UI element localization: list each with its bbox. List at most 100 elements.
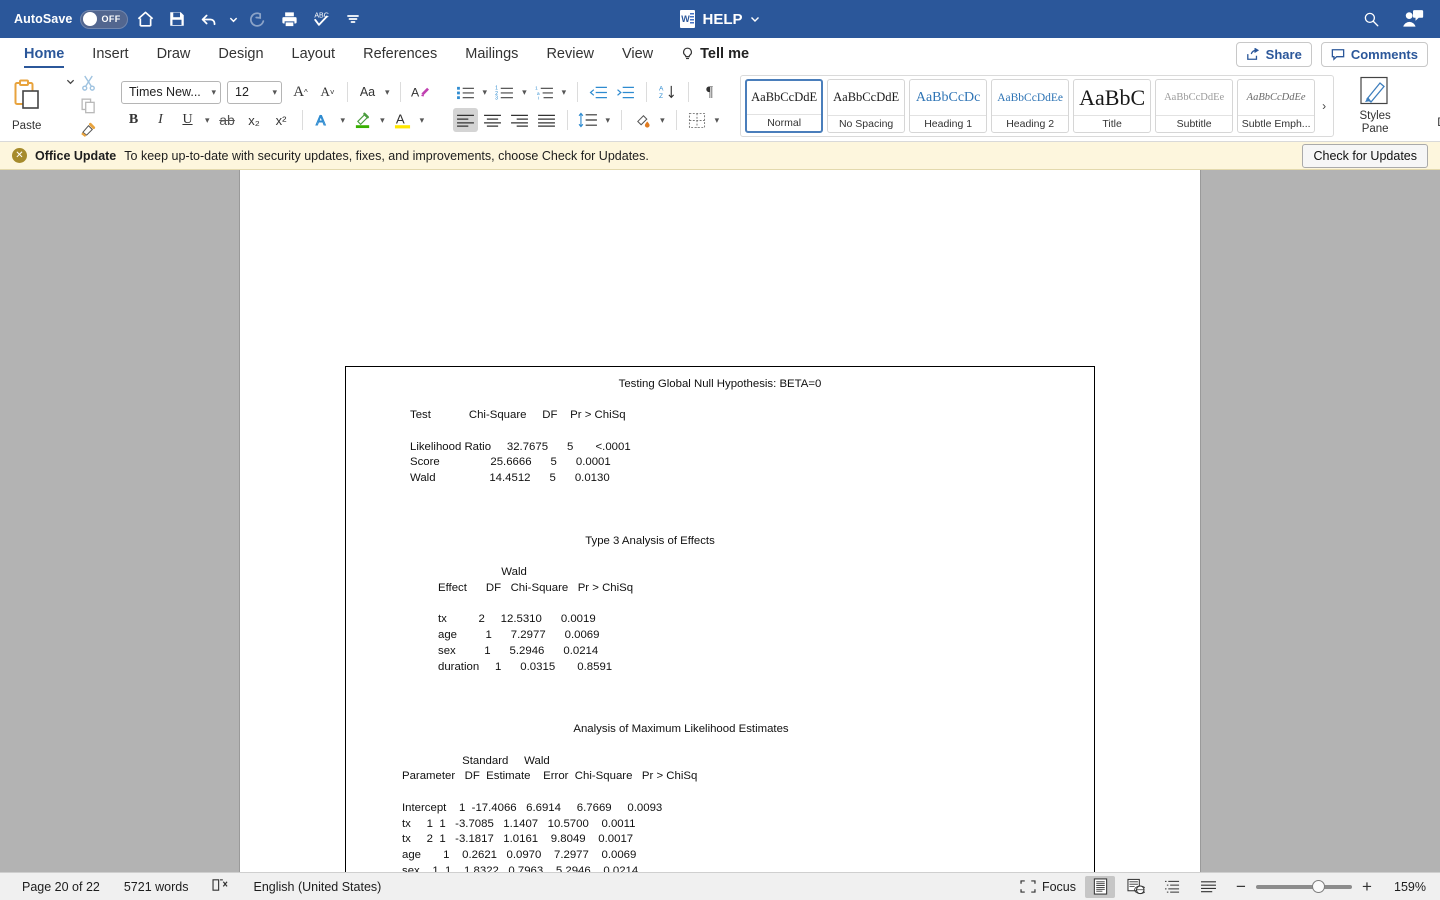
bullets-dropdown-icon[interactable]: ▾ [480,87,491,98]
justify-button[interactable] [534,108,559,132]
subscript-button[interactable]: x₂ [242,108,267,132]
style-heading-2[interactable]: AaBbCcDdEe Heading 2 [991,79,1070,133]
tab-design[interactable]: Design [204,38,277,70]
web-layout-view-button[interactable] [1121,876,1151,898]
underline-button[interactable]: U [175,108,200,132]
shading-button[interactable] [630,108,655,132]
tab-references[interactable]: References [349,38,451,70]
font-size-select[interactable]: 12 ▾ [227,80,282,104]
undo-dropdown-icon[interactable] [226,4,240,34]
redo-icon[interactable] [242,4,272,34]
search-icon[interactable] [1356,4,1386,34]
sort-button[interactable]: AZ [655,80,680,104]
account-icon[interactable] [1398,4,1428,34]
tab-draw[interactable]: Draw [143,38,205,70]
borders-dropdown-icon[interactable]: ▾ [712,115,723,126]
text-effects-dropdown-icon[interactable]: ▾ [338,115,349,126]
style-normal[interactable]: AaBbCcDdE Normal [745,79,824,133]
tab-layout[interactable]: Layout [278,38,350,70]
customize-toolbar-icon[interactable] [338,4,368,34]
numbering-button[interactable]: 123 [492,80,517,104]
bullets-button[interactable] [453,80,478,104]
zoom-out-button[interactable]: − [1234,878,1248,895]
tab-mailings[interactable]: Mailings [451,38,532,70]
print-layout-view-button[interactable] [1085,875,1115,898]
save-icon[interactable] [162,4,192,34]
font-color-button[interactable]: A [390,108,415,132]
align-left-button[interactable] [452,108,478,132]
highlight-button[interactable] [350,108,375,132]
style-subtitle[interactable]: AaBbCcDdEe Subtitle [1155,79,1234,133]
decrease-indent-button[interactable] [586,80,611,104]
focus-button[interactable]: Focus [1014,880,1082,894]
tab-view[interactable]: View [608,38,667,70]
share-button[interactable]: Share [1235,41,1312,67]
format-painter-button[interactable] [75,119,101,139]
align-center-button[interactable] [480,108,505,132]
language-indicator[interactable]: English (United States) [241,880,393,894]
change-case-dropdown-icon[interactable]: ▾ [382,87,393,98]
style-title[interactable]: AaBbC Title [1073,79,1152,133]
document-page[interactable]: Testing Global Null Hypothesis: BETA=0 T… [240,170,1200,872]
paste-dropdown[interactable] [66,73,75,139]
styles-gallery-more-button[interactable]: › [1319,99,1329,113]
draft-view-button[interactable] [1193,876,1223,898]
copy-button[interactable] [75,96,101,116]
zoom-slider-thumb[interactable] [1312,879,1325,893]
highlight-dropdown-icon[interactable]: ▾ [377,115,388,126]
change-case-button[interactable]: Aa [355,80,380,104]
borders-button[interactable] [685,108,710,132]
style-no-spacing[interactable]: AaBbCcDdE No Spacing [827,79,906,133]
numbering-dropdown-icon[interactable]: ▾ [519,87,530,98]
style-subtle-emphasis[interactable]: AaBbCcDdEe Subtle Emph... [1237,79,1316,133]
tab-home[interactable]: Home [10,38,78,70]
italic-button[interactable]: I [148,108,173,132]
dictate-button[interactable]: Dictate [1426,84,1440,129]
proofing-errors-icon[interactable] [200,878,241,895]
tab-review[interactable]: Review [532,38,608,70]
check-for-updates-button[interactable]: Check for Updates [1302,143,1428,168]
style-title-name: Title [1074,115,1151,132]
styles-pane-button[interactable]: Styles Pane [1344,76,1406,136]
word-count[interactable]: 5721 words [112,880,201,894]
bold-button[interactable]: B [121,108,146,132]
zoom-slider[interactable] [1256,879,1352,893]
font-color-dropdown-icon[interactable]: ▾ [417,115,428,126]
multilevel-list-button[interactable]: 1ai [532,80,557,104]
clear-formatting-button[interactable]: A [408,80,433,104]
home-icon[interactable] [130,4,160,34]
titlebar-right [1354,4,1440,34]
spelling-check-icon[interactable]: ABC [306,4,336,34]
zoom-level[interactable]: 159% [1382,880,1426,894]
decrease-font-size-button[interactable]: A ˅ [315,80,340,104]
autosave-toggle[interactable]: OFF [80,9,129,29]
zoom-in-button[interactable]: + [1360,878,1374,895]
comments-button[interactable]: Comments [1320,41,1428,67]
cut-button[interactable] [75,73,101,93]
tab-insert[interactable]: Insert [78,38,142,70]
show-formatting-marks-button[interactable]: ¶ [697,80,722,104]
strikethrough-button[interactable]: ab [215,108,240,132]
font-family-select[interactable]: Times New... ▾ [121,80,221,104]
line-spacing-dropdown-icon[interactable]: ▾ [603,115,614,126]
page-indicator[interactable]: Page 20 of 22 [10,880,112,894]
undo-icon[interactable] [194,4,224,34]
align-center-icon [483,114,501,127]
superscript-button[interactable]: x² [269,108,294,132]
multilevel-dropdown-icon[interactable]: ▾ [559,87,570,98]
underline-dropdown-icon[interactable]: ▾ [202,115,213,126]
print-icon[interactable] [274,4,304,34]
align-right-button[interactable] [507,108,532,132]
outline-view-button[interactable] [1157,876,1187,898]
increase-indent-button[interactable] [613,80,638,104]
line-spacing-button[interactable] [576,108,601,132]
tell-me-button[interactable]: Tell me [667,38,763,70]
document-canvas[interactable]: Testing Global Null Hypothesis: BETA=0 T… [0,170,1440,872]
document-title-button[interactable]: HELP [680,10,759,28]
close-icon[interactable]: ✕ [12,148,27,163]
shading-dropdown-icon[interactable]: ▾ [657,115,668,126]
increase-font-size-button[interactable]: A ^ [288,80,313,104]
text-effects-button[interactable]: A [311,108,336,132]
style-heading-1[interactable]: AaBbCcDc Heading 1 [909,79,988,133]
paste-button[interactable]: Paste [12,79,66,134]
